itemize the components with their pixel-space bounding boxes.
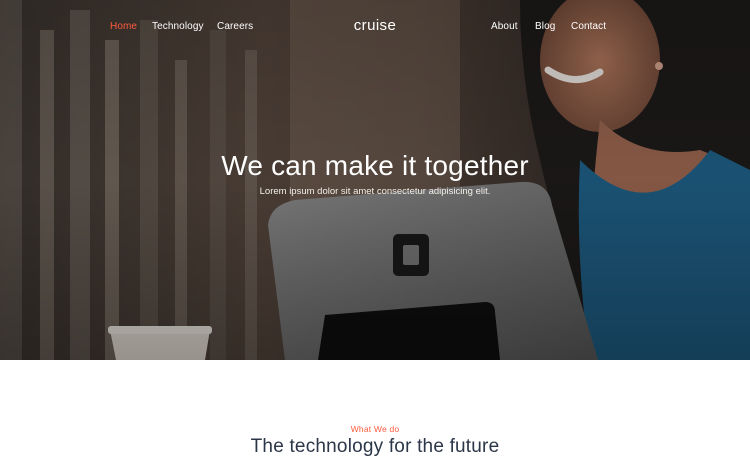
nav-item-contact[interactable]: Contact (571, 21, 606, 32)
nav-item-blog[interactable]: Blog (535, 21, 555, 32)
section-eyebrow: What We do (350, 424, 400, 434)
brand-logo[interactable]: cruise (0, 17, 750, 34)
nav-item-about[interactable]: About (491, 21, 518, 32)
hero-title: We can make it together (221, 150, 529, 181)
hero-subtitle: Lorem ipsum dolor sit amet consectetur a… (259, 186, 491, 197)
hero-text: We can make it together Lorem ipsum dolo… (0, 150, 750, 198)
section-title: The technology for the future (250, 436, 500, 457)
hero-section: Home Technology Careers cruise About Blo… (0, 0, 750, 360)
what-we-do-section: What We do The technology for the future (0, 360, 750, 460)
top-nav: Home Technology Careers cruise About Blo… (0, 0, 750, 54)
